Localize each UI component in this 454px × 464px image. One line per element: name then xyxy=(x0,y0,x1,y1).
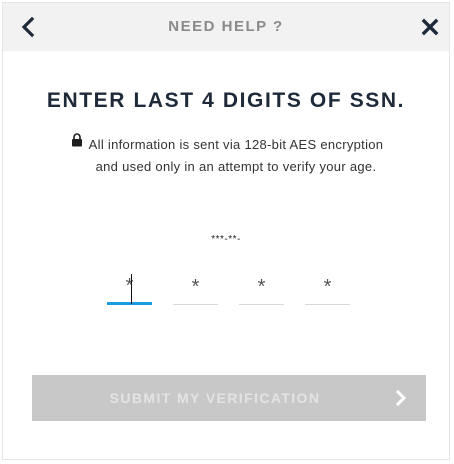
ssn-digit-4[interactable] xyxy=(305,269,350,305)
close-icon xyxy=(421,18,439,36)
ssn-digit-1[interactable] xyxy=(107,269,152,305)
close-button[interactable] xyxy=(421,18,439,36)
ssn-digit-2[interactable] xyxy=(173,269,218,305)
age-verification-modal: NEED HELP ? ENTER LAST 4 DIGITS OF SSN. … xyxy=(2,2,450,460)
submit-verification-button[interactable]: SUBMIT MY VERIFICATION xyxy=(32,375,426,421)
submit-label: SUBMIT MY VERIFICATION xyxy=(109,390,321,406)
text-cursor xyxy=(131,274,132,304)
page-title: ENTER LAST 4 DIGITS OF SSN. xyxy=(46,89,406,112)
ssn-format-hint: ***-**- xyxy=(211,234,241,245)
modal-header: NEED HELP ? xyxy=(3,3,449,51)
header-title[interactable]: NEED HELP ? xyxy=(3,18,449,35)
encryption-info-text: All information is sent via 128-bit AES … xyxy=(88,137,384,174)
chevron-right-icon xyxy=(395,389,407,407)
ssn-digit-3[interactable] xyxy=(239,269,284,305)
